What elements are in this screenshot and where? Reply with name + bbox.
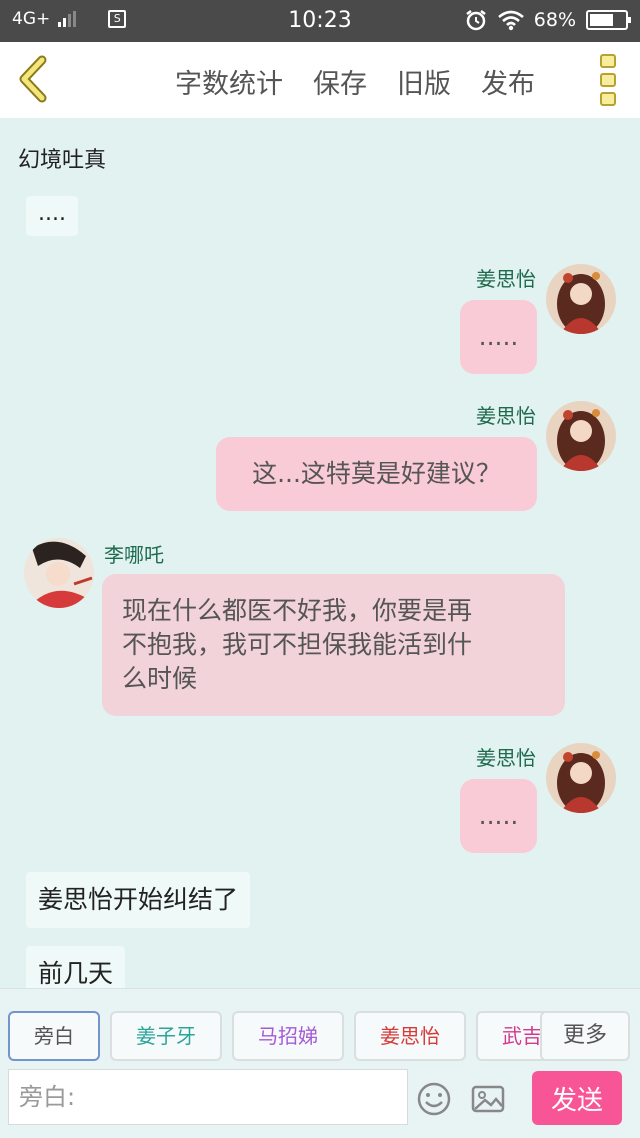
battery-fill (590, 14, 614, 26)
narration-text: 姜思怡开始纠结了 (38, 885, 239, 914)
image-button[interactable] (470, 1081, 506, 1117)
avatar[interactable] (546, 264, 616, 334)
more-menu-button[interactable] (600, 54, 618, 106)
avatar-boy-icon (24, 538, 94, 608)
avatar-girl-icon (546, 264, 616, 334)
more-dot-icon (600, 73, 616, 87)
top-nav: 字数统计 保存 旧版 发布 (0, 42, 640, 118)
send-button[interactable]: 发送 (532, 1071, 622, 1125)
speaker-name: 姜思怡 (476, 267, 536, 291)
narration-bubble[interactable]: 前几天 (26, 946, 126, 988)
avatar-girl-icon (546, 743, 616, 813)
narration-text: 前几天 (38, 959, 114, 988)
composer: 旁白姜子牙马招娣姜思怡武吉 更多 发送 (0, 988, 640, 1138)
nav-actions: 字数统计 保存 旧版 发布 (175, 62, 535, 101)
chat-area[interactable]: 幻境吐真 .... 姜思怡 ..... 姜思怡 这...这特莫是好建议？ 李哪吒… (0, 118, 640, 988)
speaker-name: 姜思怡 (476, 746, 536, 770)
avatar[interactable] (24, 538, 94, 608)
more-dot-icon (600, 54, 616, 68)
avatar[interactable] (546, 401, 616, 471)
speaker-name: 李哪吒 (104, 543, 164, 567)
message-bubble[interactable]: 现在什么都医不好我，你要是再 不抱我，我可不担保我能活到什 么时候 (102, 574, 565, 716)
speaker-name: 姜思怡 (476, 404, 536, 428)
story-title: 幻境吐真 (18, 148, 107, 173)
message-bubble[interactable]: ..... (460, 300, 537, 374)
more-dot-icon (600, 92, 616, 106)
alarm-icon (466, 10, 486, 31)
role-chip[interactable]: 旁白 (8, 1011, 100, 1061)
role-chip[interactable]: 马招娣 (232, 1011, 344, 1061)
battery-percent: 68% (533, 9, 576, 31)
avatar[interactable] (546, 743, 616, 813)
narration-bubble[interactable]: 姜思怡开始纠结了 (26, 872, 251, 928)
role-chip[interactable]: 姜子牙 (110, 1011, 222, 1061)
chevron-left-icon (19, 55, 47, 103)
old-version-button[interactable]: 旧版 (397, 62, 451, 101)
avatar-girl-icon (546, 401, 616, 471)
message-line: 不抱我，我可不担保我能活到什 (122, 630, 473, 659)
back-button[interactable] (14, 54, 54, 104)
emoji-button[interactable] (416, 1081, 452, 1117)
publish-button[interactable]: 发布 (481, 62, 535, 101)
message-text: ..... (478, 801, 519, 830)
smiley-icon (417, 1082, 451, 1116)
image-icon (471, 1085, 505, 1113)
narration-text: .... (38, 201, 66, 226)
battery-icon (586, 10, 631, 30)
message-bubble[interactable]: ..... (460, 779, 537, 853)
message-line: 么时候 (122, 664, 198, 693)
role-chip[interactable]: 姜思怡 (354, 1011, 466, 1061)
wifi-icon (497, 10, 524, 31)
message-text: ..... (478, 322, 519, 351)
save-button[interactable]: 保存 (313, 62, 367, 101)
word-count-button[interactable]: 字数统计 (175, 62, 283, 101)
message-input[interactable] (8, 1069, 408, 1125)
message-line: 现在什么都医不好我，你要是再 (122, 596, 473, 625)
status-right: 68% (464, 8, 631, 32)
message-bubble[interactable]: 这...这特莫是好建议？ (216, 437, 537, 511)
narration-bubble[interactable]: .... (26, 196, 78, 236)
more-roles-button[interactable]: 更多 (540, 1011, 630, 1061)
status-bar: 4G+ S 10:23 68% (0, 0, 640, 42)
message-text: 这...这特莫是好建议？ (252, 459, 501, 488)
